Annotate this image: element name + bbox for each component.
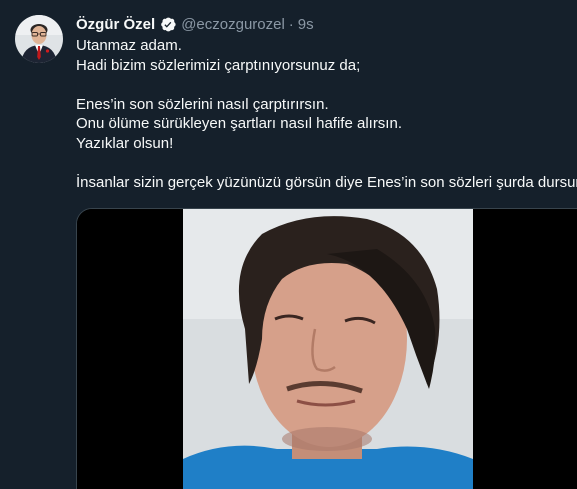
- tweet-text-line: İnsanlar sizin gerçek yüzünüzü görsün di…: [76, 174, 577, 192]
- avatar-image: [15, 15, 63, 63]
- tweet-text-line: Onu ölüme sürükleyen şartları nasıl hafi…: [76, 115, 402, 133]
- separator-dot: ·: [288, 15, 294, 33]
- author-handle[interactable]: @eczozgurozel: [181, 16, 285, 33]
- tweet-header: Özgür Özel @eczozgurozel · 9s: [76, 14, 314, 34]
- tweet-text-line: Yazıklar olsun!: [76, 134, 174, 152]
- video-thumbnail-icon: [77, 209, 577, 489]
- tweet-text-blank-line: [76, 154, 577, 174]
- author-name[interactable]: Özgür Özel: [76, 16, 155, 33]
- verified-badge-icon: [158, 15, 177, 34]
- tweet-text-line: Utanmaz adam.: [76, 37, 182, 54]
- video-media[interactable]: [76, 208, 577, 489]
- tweet-text-line: Enes’in son sözlerini nasıl çarptırırsın…: [76, 95, 329, 113]
- tweet-timestamp[interactable]: 9s: [298, 16, 314, 33]
- avatar[interactable]: [15, 15, 63, 63]
- tweet-text: Utanmaz adam. Hadi bizim sözlerimizi çar…: [76, 36, 577, 193]
- tweet: Özgür Özel @eczozgurozel · 9s Utanmaz ad…: [0, 0, 577, 489]
- tweet-text-blank-line: [76, 75, 577, 95]
- tweet-text-line: Hadi bizim sözlerimizi çarptınıyorsunuz …: [76, 56, 361, 74]
